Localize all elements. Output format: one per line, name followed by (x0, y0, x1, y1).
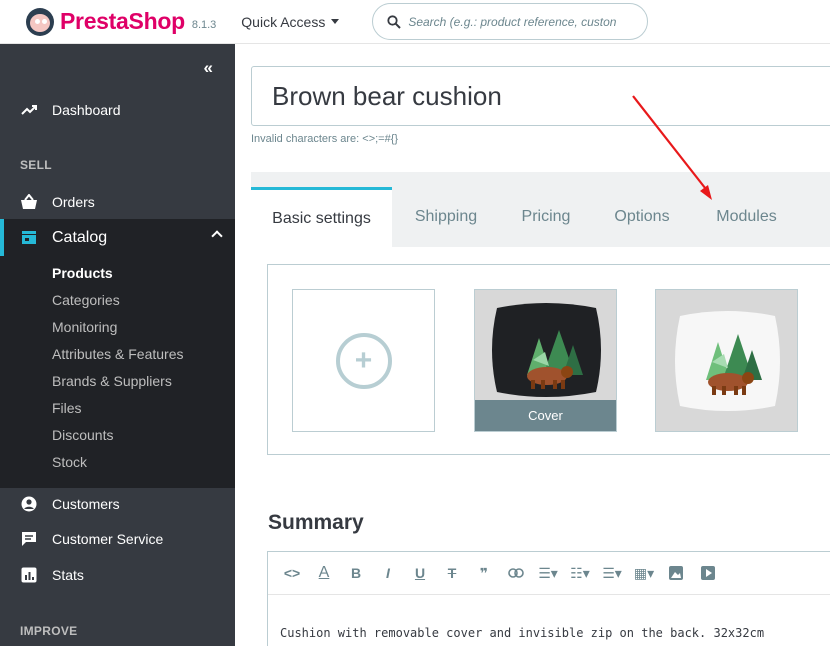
top-bar: PrestaShop 8.1.3 Quick Access (0, 0, 830, 44)
user-circle-icon (20, 495, 38, 513)
section-label-improve: IMPROVE (20, 624, 78, 638)
bar-chart-icon (20, 566, 38, 584)
sidebar-item-customers[interactable]: Customers (0, 490, 235, 518)
sidebar-subitem-stock[interactable]: Stock (52, 454, 87, 470)
link-icon[interactable] (504, 561, 528, 585)
tab-basic-settings[interactable]: Basic settings (251, 187, 392, 247)
catalog-submenu: Catalog Products Categories Monitoring A… (0, 219, 235, 488)
sidebar-subitem-categories[interactable]: Categories (52, 292, 120, 308)
sidebar: « Dashboard SELL Orders Catalog Products… (0, 44, 235, 646)
bullet-list-icon[interactable]: ☷▾ (568, 561, 592, 585)
table-icon[interactable]: ▦▾ (632, 561, 656, 585)
sidebar-subitem-products[interactable]: Products (52, 265, 113, 281)
sidebar-item-label: Customers (52, 496, 120, 512)
product-images-panel: + Cover (267, 264, 830, 455)
search-input[interactable] (408, 14, 634, 29)
sidebar-item-stats[interactable]: Stats (0, 561, 235, 589)
sidebar-item-label: Stats (52, 567, 84, 583)
bold-icon[interactable]: B (344, 561, 368, 585)
trending-up-icon (20, 101, 38, 119)
summary-text: Cushion with removable cover and invisib… (280, 626, 765, 640)
chevron-up-icon (211, 230, 223, 242)
invalid-characters-hint: Invalid characters are: <>;=#{} (251, 133, 399, 145)
align-dropdown-icon[interactable]: ☰▾ (536, 561, 560, 585)
sidebar-item-dashboard[interactable]: Dashboard (0, 96, 235, 124)
sidebar-item-catalog[interactable]: Catalog (0, 219, 235, 256)
product-image-2[interactable] (655, 289, 798, 432)
sidebar-subitem-monitoring[interactable]: Monitoring (52, 319, 117, 335)
store-icon (20, 229, 38, 247)
quick-access-label: Quick Access (241, 13, 326, 30)
numbered-list-icon[interactable]: ☰▾ (600, 561, 624, 585)
product-image-cover[interactable]: Cover (474, 289, 617, 432)
sidebar-subitem-brands-suppliers[interactable]: Brands & Suppliers (52, 373, 172, 389)
summary-heading: Summary (268, 511, 364, 534)
add-image-button[interactable]: + (292, 289, 435, 432)
quick-access-dropdown[interactable]: Quick Access (241, 13, 340, 30)
caret-down-icon (331, 19, 340, 24)
sidebar-item-label: Dashboard (52, 102, 121, 118)
source-code-icon[interactable]: <> (280, 561, 304, 585)
chat-icon (20, 530, 38, 548)
basket-icon (20, 193, 38, 211)
strikethrough-icon[interactable]: T (440, 561, 464, 585)
tab-modules[interactable]: Modules (693, 187, 800, 247)
underline-icon[interactable]: U (408, 561, 432, 585)
sidebar-item-label: Customer Service (52, 531, 164, 547)
blockquote-icon[interactable]: ❞ (472, 561, 496, 585)
collapse-sidebar-icon[interactable]: « (204, 58, 213, 78)
tab-shipping[interactable]: Shipping (396, 187, 496, 247)
search-icon (387, 14, 402, 29)
main-content: Brown bear cushion Invalid characters ar… (235, 44, 830, 646)
video-icon[interactable] (696, 561, 720, 585)
sidebar-subitem-discounts[interactable]: Discounts (52, 427, 113, 443)
sidebar-item-label: Orders (52, 194, 95, 210)
white-cushion-image (656, 290, 797, 431)
sidebar-item-orders[interactable]: Orders (0, 188, 235, 216)
italic-icon[interactable]: I (376, 561, 400, 585)
tab-pricing[interactable]: Pricing (501, 187, 591, 247)
summary-editor[interactable]: <> A B I U T ❞ ☰▾ ☷▾ ☰▾ ▦▾ Cushion with … (267, 551, 830, 646)
tab-options[interactable]: Options (596, 187, 688, 247)
plus-icon: + (335, 332, 392, 389)
prestashop-logo-icon (26, 7, 54, 36)
image-icon[interactable] (664, 561, 688, 585)
editor-toolbar: <> A B I U T ❞ ☰▾ ☷▾ ☰▾ ▦▾ (268, 552, 830, 595)
product-tabs: Basic settings Shipping Pricing Options … (251, 172, 830, 247)
cover-label: Cover (475, 400, 616, 431)
sidebar-item-label: Catalog (52, 228, 108, 246)
brand-name: PrestaShop (60, 8, 185, 34)
sidebar-subitem-attributes-features[interactable]: Attributes & Features (52, 346, 184, 362)
version-label: 8.1.3 (191, 18, 217, 31)
sidebar-subitem-files[interactable]: Files (52, 400, 82, 416)
section-label-sell: SELL (20, 158, 52, 172)
brand[interactable]: PrestaShop 8.1.3 (26, 7, 217, 36)
text-color-icon[interactable]: A (312, 561, 336, 585)
product-name-input[interactable]: Brown bear cushion (251, 66, 830, 126)
sidebar-item-customer-service[interactable]: Customer Service (0, 525, 235, 553)
search-box[interactable] (372, 3, 649, 40)
